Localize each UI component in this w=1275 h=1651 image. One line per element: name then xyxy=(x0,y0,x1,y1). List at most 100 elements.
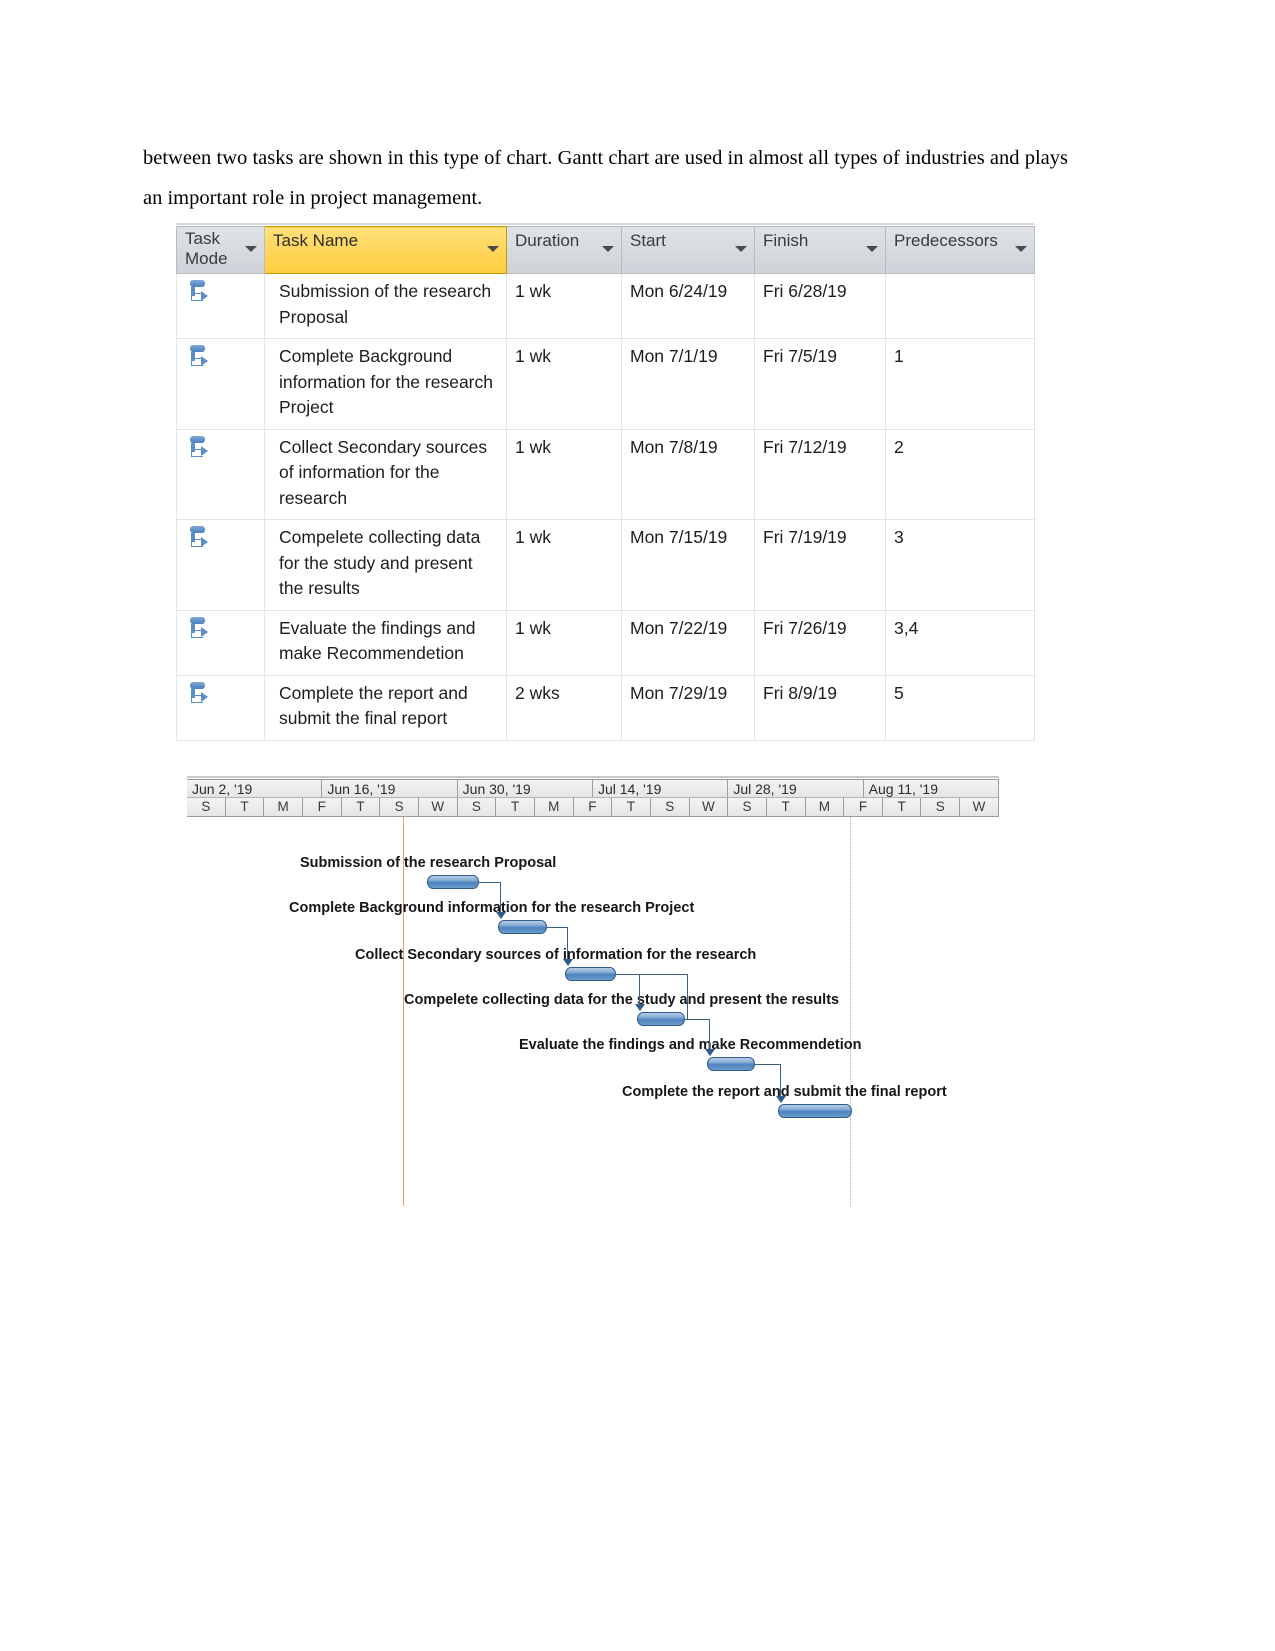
column-header-finish[interactable]: Finish xyxy=(754,226,886,274)
gantt-task-label: Submission of the research Proposal xyxy=(300,855,557,871)
cell-task-name[interactable]: Submission of the research Proposal xyxy=(264,273,507,339)
timeline-day-cell: S xyxy=(921,798,961,816)
timeline-day-cell: S xyxy=(457,798,497,816)
cell-predecessors[interactable] xyxy=(885,273,1035,339)
timeline-day-cell: W xyxy=(689,798,729,816)
cell-task-mode[interactable] xyxy=(176,519,265,611)
gantt-task-label: Evaluate the findings and make Recommend… xyxy=(519,1037,862,1053)
table-row[interactable]: Submission of the research Proposal 1 wk… xyxy=(176,273,1035,339)
project-task-table: Task Mode Task Name Duration Start Finis… xyxy=(176,223,1035,741)
cell-finish[interactable]: Fri 7/12/19 xyxy=(754,428,886,520)
timeline-day-cell: F xyxy=(573,798,613,816)
cell-duration[interactable]: 1 wk xyxy=(506,338,622,430)
cell-task-mode[interactable] xyxy=(176,338,265,430)
cell-start[interactable]: Mon 7/1/19 xyxy=(621,338,755,430)
gantt-chart: Jun 2, '19 Jun 16, '19 Jun 30, '19 Jul 14, … xyxy=(187,776,999,1206)
table-row[interactable]: Evaluate the findings and make Recommend… xyxy=(176,609,1035,676)
gantt-bar[interactable] xyxy=(637,1012,685,1026)
dependency-link xyxy=(547,927,567,929)
auto-schedule-icon xyxy=(189,681,211,708)
timeline-week-cell: Jul 14, '19 xyxy=(592,780,729,797)
cell-start[interactable]: Mon 6/24/19 xyxy=(621,273,755,339)
timeline-day-cell: S xyxy=(187,798,226,816)
timeline-day-cell: M xyxy=(805,798,845,816)
gantt-bar[interactable] xyxy=(565,967,616,981)
cell-start[interactable]: Mon 7/15/19 xyxy=(621,519,755,611)
cell-predecessors[interactable]: 3,4 xyxy=(885,609,1035,676)
status-date-line xyxy=(850,817,851,1206)
cell-duration[interactable]: 2 wks xyxy=(506,674,622,741)
cell-task-name[interactable]: Compelete collecting data for the study … xyxy=(264,519,507,611)
auto-schedule-icon xyxy=(189,616,211,643)
column-header-task-mode[interactable]: Task Mode xyxy=(176,226,265,274)
table-row[interactable]: Compelete collecting data for the study … xyxy=(176,519,1035,611)
auto-schedule-icon xyxy=(189,280,211,306)
cell-predecessors[interactable]: 3 xyxy=(885,519,1035,611)
cell-finish[interactable]: Fri 7/5/19 xyxy=(754,338,886,430)
cell-duration[interactable]: 1 wk xyxy=(506,428,622,520)
gantt-task-label: Compelete collecting data for the study … xyxy=(404,992,840,1008)
cell-task-mode[interactable] xyxy=(176,273,265,339)
gantt-bar[interactable] xyxy=(707,1057,755,1071)
cell-predecessors[interactable]: 1 xyxy=(885,338,1035,430)
timeline-day-cell: M xyxy=(264,798,303,816)
column-header-task-name[interactable]: Task Name xyxy=(264,226,507,274)
table-row[interactable]: Complete the report and submit the final… xyxy=(176,674,1035,741)
gantt-bar[interactable] xyxy=(498,920,547,934)
chevron-down-icon[interactable] xyxy=(602,246,614,252)
cell-task-name[interactable]: Complete Background information for the … xyxy=(264,338,507,430)
cell-finish[interactable]: Fri 7/26/19 xyxy=(754,609,886,676)
table-top-rule xyxy=(176,223,1034,225)
cell-finish[interactable]: Fri 6/28/19 xyxy=(754,273,886,339)
timeline-day-cell: T xyxy=(225,798,265,816)
dependency-link xyxy=(479,882,500,884)
timeline-day-cell: T xyxy=(612,798,651,816)
cell-start[interactable]: Mon 7/8/19 xyxy=(621,428,755,520)
timeline-day-cell: F xyxy=(302,798,342,816)
cell-duration[interactable]: 1 wk xyxy=(506,609,622,676)
timeline-day-cell: F xyxy=(844,798,883,816)
chevron-down-icon[interactable] xyxy=(245,246,257,252)
cell-start[interactable]: Mon 7/29/19 xyxy=(621,674,755,741)
body-paragraph: between two tasks are shown in this type… xyxy=(143,138,1068,218)
cell-duration[interactable]: 1 wk xyxy=(506,519,622,611)
timeline-day-cell: T xyxy=(766,798,806,816)
chevron-down-icon[interactable] xyxy=(735,246,747,252)
dependency-link xyxy=(567,927,569,960)
table-row[interactable]: Complete Background information for the … xyxy=(176,338,1035,430)
gantt-plot-area: Submission of the research Proposal Compl… xyxy=(187,817,999,1206)
column-header-predecessors-label: Predecessors xyxy=(894,231,998,250)
chevron-down-icon[interactable] xyxy=(1015,246,1027,252)
table-header-row: Task Mode Task Name Duration Start Finis… xyxy=(176,226,1035,274)
timeline-day-cell: S xyxy=(650,798,690,816)
timeline-week-cell: Jun 2, '19 xyxy=(187,780,323,797)
column-header-start[interactable]: Start xyxy=(621,226,755,274)
cell-finish[interactable]: Fri 8/9/19 xyxy=(754,674,886,741)
column-header-predecessors[interactable]: Predecessors xyxy=(885,226,1035,274)
gantt-bar[interactable] xyxy=(778,1104,852,1118)
cell-predecessors[interactable]: 2 xyxy=(885,428,1035,520)
cell-task-name[interactable]: Complete the report and submit the final… xyxy=(264,674,507,741)
cell-task-mode[interactable] xyxy=(176,428,265,520)
cell-predecessors[interactable]: 5 xyxy=(885,674,1035,741)
table-row[interactable]: Collect Secondary sources of information… xyxy=(176,428,1035,520)
cell-start[interactable]: Mon 7/22/19 xyxy=(621,609,755,676)
dependency-link xyxy=(755,1064,780,1066)
cell-task-name[interactable]: Evaluate the findings and make Recommend… xyxy=(264,609,507,676)
cell-duration[interactable]: 1 wk xyxy=(506,273,622,339)
cell-task-mode[interactable] xyxy=(176,674,265,741)
cell-finish[interactable]: Fri 7/19/19 xyxy=(754,519,886,611)
timeline-week-cell: Jun 16, '19 xyxy=(322,780,458,797)
auto-schedule-icon xyxy=(189,435,211,462)
dependency-arrow-icon xyxy=(495,912,506,919)
timeline-day-cell: S xyxy=(728,798,767,816)
cell-task-name[interactable]: Collect Secondary sources of information… xyxy=(264,428,507,520)
auto-schedule-icon xyxy=(189,526,211,552)
cell-task-mode[interactable] xyxy=(176,609,265,676)
gantt-bar[interactable] xyxy=(427,875,479,889)
chevron-down-icon[interactable] xyxy=(487,246,499,252)
column-header-duration[interactable]: Duration xyxy=(506,226,622,274)
timeline-day-header: STMFTSWSTMFTSWSTMFTSW xyxy=(187,798,999,817)
chevron-down-icon[interactable] xyxy=(866,246,878,252)
dependency-arrow-icon xyxy=(775,1096,786,1103)
